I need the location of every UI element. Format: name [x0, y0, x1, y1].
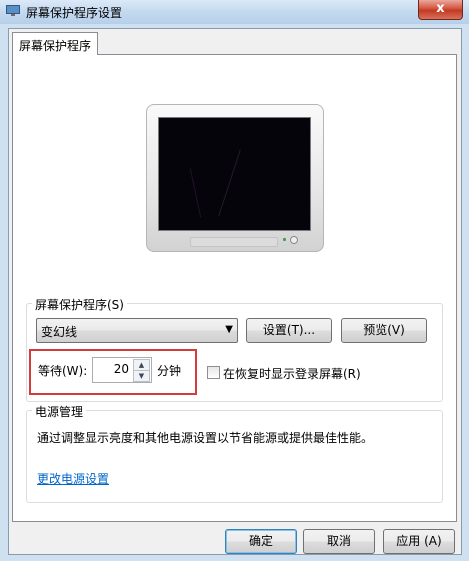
close-icon: x — [436, 1, 445, 16]
settings-button[interactable]: 设置(T)... — [246, 318, 332, 343]
close-button[interactable]: x — [418, 0, 463, 20]
cancel-button[interactable]: 取消 — [303, 529, 375, 554]
preview-button[interactable]: 预览(V) — [341, 318, 427, 343]
wait-minutes-stepper[interactable]: 20 ▲ ▼ — [92, 357, 152, 383]
ok-button[interactable]: 确定 — [225, 529, 297, 554]
wait-minutes-value[interactable]: 20 — [114, 362, 129, 376]
resume-login-checkbox[interactable] — [207, 366, 220, 379]
spin-down-icon[interactable]: ▼ — [133, 370, 150, 382]
wait-label: 等待(W): — [38, 364, 88, 378]
power-group-label: 电源管理 — [32, 403, 87, 420]
monitor-icon — [6, 5, 20, 16]
screensaver-group-label: 屏幕保护程序(S) — [32, 296, 127, 313]
power-led — [283, 238, 286, 241]
screensaver-settings-window: 屏幕保护程序设置 x 屏幕保护程序 屏幕保护程序(S) 变幻线 ▼ 设置(T).… — [0, 0, 469, 561]
resume-login-label[interactable]: 在恢复时显示登录屏幕(R) — [223, 365, 361, 382]
screensaver-select[interactable]: 变幻线 ▼ — [36, 318, 238, 343]
window-title: 屏幕保护程序设置 — [26, 6, 123, 20]
preview-screen — [158, 117, 311, 231]
title-bar[interactable]: 屏幕保护程序设置 x — [0, 0, 469, 24]
power-group — [26, 410, 443, 503]
mystify-line — [189, 168, 202, 218]
tab-label: 屏幕保护程序 — [19, 39, 92, 53]
screensaver-select-value: 变幻线 — [41, 325, 78, 339]
chevron-down-icon: ▼ — [225, 324, 233, 335]
change-power-settings-link[interactable]: 更改电源设置 — [37, 470, 109, 487]
tab-screensaver[interactable]: 屏幕保护程序 — [12, 32, 98, 55]
power-description: 通过调整显示亮度和其他电源设置以节省能源或提供最佳性能。 — [37, 431, 374, 445]
mystify-line — [218, 149, 241, 217]
apply-button[interactable]: 应用 (A) — [383, 529, 455, 554]
power-button-icon — [290, 236, 298, 244]
wait-unit-label: 分钟 — [157, 364, 182, 378]
monitor-base — [190, 237, 278, 247]
